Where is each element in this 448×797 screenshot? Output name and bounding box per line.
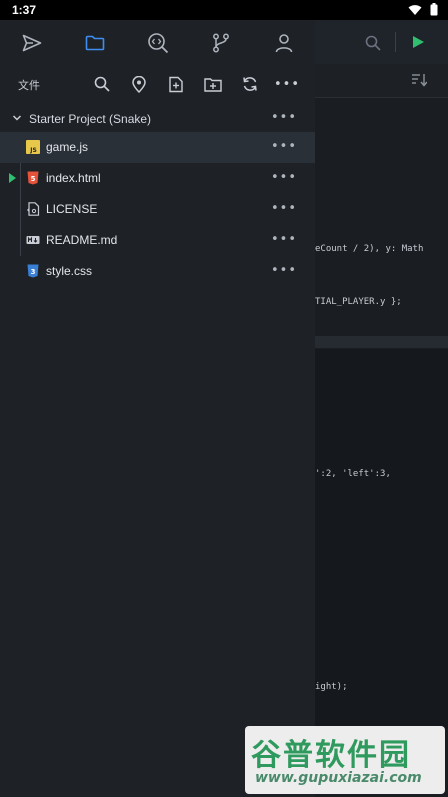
svg-text:JS: JS <box>29 147 37 154</box>
file-row-index-html[interactable]: 5 index.html ••• <box>0 163 315 194</box>
run-icon[interactable] <box>411 35 425 49</box>
file-more-button[interactable]: ••• <box>271 232 297 247</box>
search-icon <box>94 76 110 92</box>
refresh-button[interactable] <box>238 72 262 96</box>
file-name: style.css <box>46 264 93 278</box>
running-indicator-icon <box>9 173 16 183</box>
drawer-nav <box>0 20 315 66</box>
file-name: game.js <box>46 140 89 154</box>
file-more-button[interactable]: ••• <box>271 139 297 154</box>
editor-toolbar <box>315 20 448 64</box>
html-file-icon: 5 <box>27 171 39 185</box>
status-time: 1:37 <box>12 3 37 17</box>
project-more-button[interactable]: ••• <box>271 110 297 125</box>
current-line-highlight <box>315 336 448 348</box>
file-row-game-js[interactable]: JS game.js ••• <box>0 132 315 163</box>
file-more-button[interactable]: ••• <box>271 263 297 278</box>
javascript-file-icon: JS <box>26 140 40 154</box>
file-name: index.html <box>46 171 101 185</box>
code-line: ight); <box>315 682 348 692</box>
tab-git[interactable] <box>201 23 241 63</box>
file-row-style-css[interactable]: 3 style.css ••• <box>0 256 315 287</box>
new-folder-button[interactable] <box>201 72 225 96</box>
file-name: LICENSE <box>46 202 98 216</box>
license-file-icon <box>27 202 40 216</box>
files-more-button[interactable]: ••• <box>274 72 301 96</box>
git-branch-icon <box>212 33 229 53</box>
file-drawer: 文件 ••• Starter Project (Snake) ••• JS ga… <box>0 20 315 797</box>
watermark: 谷普软件园 www.gupuxiazai.com <box>245 726 445 794</box>
search-files-button[interactable] <box>90 72 114 96</box>
status-bar: 1:37 <box>0 0 448 20</box>
svg-text:5: 5 <box>31 175 36 183</box>
tab-files[interactable] <box>75 23 115 63</box>
tab-send[interactable] <box>12 23 52 63</box>
markdown-file-icon <box>26 236 40 244</box>
sort-icon[interactable] <box>411 73 427 87</box>
file-more-button[interactable]: ••• <box>271 201 297 216</box>
code-line: eCount / 2), y: Math <box>315 244 424 254</box>
new-file-icon <box>169 76 183 92</box>
status-icons <box>408 3 438 16</box>
folder-icon <box>85 35 104 51</box>
location-pin-icon <box>132 75 146 93</box>
file-row-license[interactable]: LICENSE ••• <box>0 194 315 225</box>
new-file-button[interactable] <box>164 72 188 96</box>
wifi-icon <box>408 4 422 15</box>
editor-tab-bar <box>315 64 448 98</box>
battery-icon <box>430 3 438 16</box>
search-icon[interactable] <box>365 35 381 51</box>
watermark-url: www.gupuxiazai.com <box>255 770 422 786</box>
file-row-readme[interactable]: README.md ••• <box>0 225 315 256</box>
files-title: 文件 <box>18 79 40 92</box>
file-tree: Starter Project (Snake) ••• JS game.js •… <box>0 106 315 287</box>
editor-region <box>315 349 448 729</box>
refresh-icon <box>243 77 257 91</box>
svg-text:3: 3 <box>31 268 36 276</box>
files-actions: ••• <box>90 72 299 96</box>
code-line: ':2, 'left':3, <box>315 469 391 479</box>
toolbar-divider <box>395 32 396 52</box>
project-label: Starter Project (Snake) <box>29 112 152 126</box>
css-file-icon: 3 <box>27 264 39 278</box>
new-folder-icon <box>204 77 222 92</box>
file-name: README.md <box>46 233 118 247</box>
chevron-down-icon <box>12 115 22 121</box>
project-folder[interactable]: Starter Project (Snake) ••• <box>0 106 315 132</box>
search-code-icon <box>147 33 168 54</box>
account-icon <box>275 34 292 53</box>
send-icon <box>22 34 41 52</box>
watermark-title: 谷普软件园 <box>251 738 411 773</box>
locate-file-button[interactable] <box>127 72 151 96</box>
files-header: 文件 ••• <box>0 66 315 102</box>
tab-search-code[interactable] <box>138 23 178 63</box>
file-more-button[interactable]: ••• <box>271 170 297 185</box>
code-line: TIAL_PLAYER.y }; <box>315 297 402 307</box>
more-icon: ••• <box>274 76 301 92</box>
tab-account[interactable] <box>264 23 304 63</box>
